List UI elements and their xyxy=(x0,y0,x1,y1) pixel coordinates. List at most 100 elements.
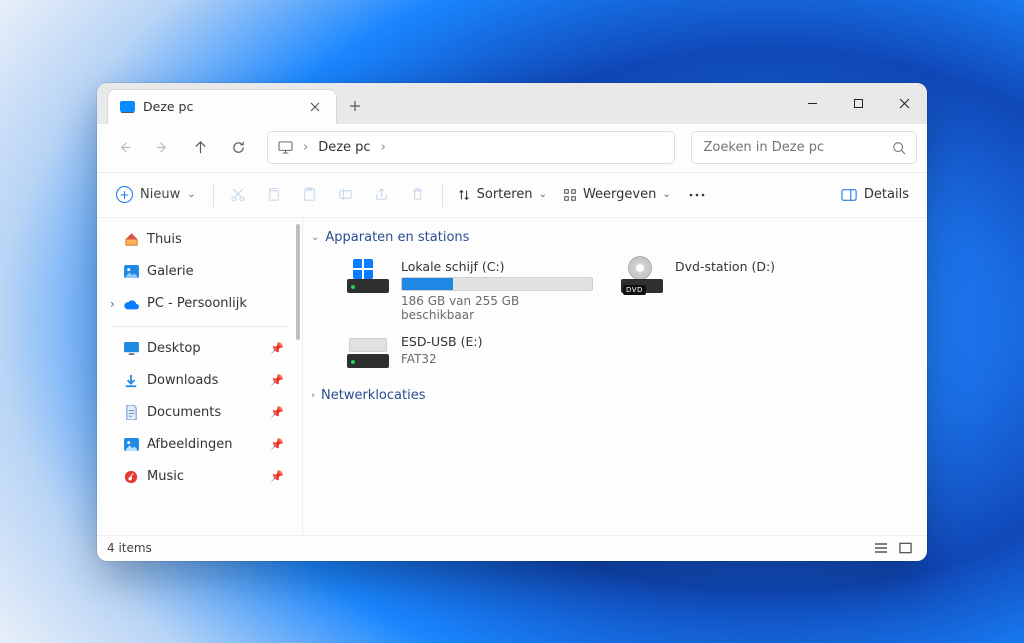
scrollbar-thumb[interactable] xyxy=(296,224,300,340)
drive-e-icon xyxy=(345,334,391,370)
sidebar-item-pictures[interactable]: Afbeeldingen 📌 xyxy=(101,429,298,461)
sidebar-item-desktop[interactable]: Desktop 📌 xyxy=(101,333,298,365)
arrow-up-icon xyxy=(193,140,208,155)
window-controls xyxy=(789,83,927,124)
pin-icon: 📌 xyxy=(270,374,284,387)
plus-icon xyxy=(349,100,361,112)
view-icon xyxy=(563,188,577,202)
sidebar-item-label: Documents xyxy=(147,405,221,420)
drive-c-icon xyxy=(345,259,391,295)
sidebar-item-pc-personal[interactable]: PC - Persoonlijk xyxy=(101,288,298,320)
tab-close-button[interactable] xyxy=(302,94,328,120)
body: Thuis Galerie PC - Persoonlijk Desktop 📌… xyxy=(97,218,927,535)
drive-usage-bar xyxy=(401,277,593,291)
sidebar: Thuis Galerie PC - Persoonlijk Desktop 📌… xyxy=(97,218,303,535)
downloads-icon xyxy=(123,373,139,389)
sidebar-divider xyxy=(111,326,288,327)
navigation-bar: › Deze pc › xyxy=(97,124,927,173)
group-header-devices[interactable]: ⌄ Apparaten en stations xyxy=(309,226,917,249)
sidebar-item-downloads[interactable]: Downloads 📌 xyxy=(101,365,298,397)
arrow-left-icon xyxy=(117,140,132,155)
details-pane-button[interactable]: Details xyxy=(831,179,919,211)
rename-icon xyxy=(338,187,353,202)
sidebar-item-gallery[interactable]: Galerie xyxy=(101,256,298,288)
pin-icon: 📌 xyxy=(270,406,284,419)
sort-icon xyxy=(457,188,471,202)
cut-button[interactable] xyxy=(220,179,256,211)
new-tab-button[interactable] xyxy=(337,89,373,124)
status-bar: 4 items xyxy=(97,535,927,561)
pin-icon: 📌 xyxy=(270,342,284,355)
sidebar-item-label: Thuis xyxy=(147,232,182,247)
music-icon xyxy=(123,469,139,485)
drives-container: Lokale schijf (C:) 186 GB van 255 GB bes… xyxy=(309,249,917,384)
item-count: 4 items xyxy=(107,541,152,555)
chevron-down-icon: ⌄ xyxy=(539,189,547,200)
chevron-down-icon: ⌄ xyxy=(187,189,195,200)
drive-name: ESD-USB (E:) xyxy=(401,334,593,349)
sidebar-item-label: Downloads xyxy=(147,373,218,388)
content-area: ⌄ Apparaten en stations Lokale schijf (C… xyxy=(303,218,927,535)
separator xyxy=(442,183,443,207)
nav-forward-button[interactable] xyxy=(145,131,179,165)
separator xyxy=(213,183,214,207)
nav-up-button[interactable] xyxy=(183,131,217,165)
more-button[interactable] xyxy=(679,179,715,211)
nav-refresh-button[interactable] xyxy=(221,131,255,165)
sidebar-item-music[interactable]: Music 📌 xyxy=(101,461,298,493)
chevron-down-icon: ⌄ xyxy=(662,189,670,200)
breadcrumb-separator: › xyxy=(375,140,392,155)
drive-d[interactable]: DVD Dvd-station (D:) xyxy=(615,255,871,326)
drive-e[interactable]: ESD-USB (E:) FAT32 xyxy=(341,330,597,374)
maximize-button[interactable] xyxy=(835,83,881,124)
chevron-right-icon: › xyxy=(311,390,315,401)
close-button[interactable] xyxy=(881,83,927,124)
drive-name: Lokale schijf (C:) xyxy=(401,259,593,274)
sidebar-item-label: Galerie xyxy=(147,264,194,279)
copy-button[interactable] xyxy=(256,179,292,211)
plus-circle-icon: + xyxy=(116,186,133,203)
search-icon xyxy=(892,141,906,155)
rename-button[interactable] xyxy=(328,179,364,211)
ellipsis-icon xyxy=(689,193,705,197)
file-explorer-window: Deze pc › Deze pc › xyxy=(97,83,927,561)
tab-this-pc[interactable]: Deze pc xyxy=(107,89,337,124)
pictures-icon xyxy=(123,437,139,453)
breadcrumb-separator: › xyxy=(297,140,314,155)
search-input[interactable] xyxy=(702,139,892,156)
minimize-button[interactable] xyxy=(789,83,835,124)
view-button[interactable]: Weergeven ⌄ xyxy=(555,179,679,211)
cut-icon xyxy=(230,187,246,203)
sort-button[interactable]: Sorteren ⌄ xyxy=(449,179,555,211)
address-bar[interactable]: › Deze pc › xyxy=(267,131,675,164)
sort-label: Sorteren xyxy=(477,187,533,202)
paste-icon xyxy=(302,187,317,202)
trash-icon xyxy=(410,187,425,202)
group-header-network[interactable]: › Netwerklocaties xyxy=(309,384,917,407)
sidebar-item-label: PC - Persoonlijk xyxy=(147,296,247,311)
drive-c[interactable]: Lokale schijf (C:) 186 GB van 255 GB bes… xyxy=(341,255,597,326)
delete-button[interactable] xyxy=(400,179,436,211)
share-icon xyxy=(374,187,389,202)
search-box[interactable] xyxy=(691,131,917,164)
close-icon xyxy=(899,98,910,109)
pin-icon: 📌 xyxy=(270,470,284,483)
new-button[interactable]: + Nieuw ⌄ xyxy=(105,179,207,211)
share-button[interactable] xyxy=(364,179,400,211)
sidebar-item-documents[interactable]: Documents 📌 xyxy=(101,397,298,429)
tab-label: Deze pc xyxy=(143,99,193,114)
drive-d-icon: DVD xyxy=(619,259,665,295)
sidebar-item-home[interactable]: Thuis xyxy=(101,224,298,256)
arrow-right-icon xyxy=(155,140,170,155)
view-details-button[interactable] xyxy=(869,538,893,558)
view-tiles-button[interactable] xyxy=(893,538,917,558)
breadcrumb-item[interactable]: Deze pc xyxy=(318,140,370,155)
drive-name: Dvd-station (D:) xyxy=(675,259,867,274)
gallery-icon xyxy=(123,264,139,280)
minimize-icon xyxy=(807,98,818,109)
chevron-down-icon: ⌄ xyxy=(311,232,319,243)
details-label: Details xyxy=(864,187,909,202)
new-label: Nieuw xyxy=(140,187,180,202)
nav-back-button[interactable] xyxy=(107,131,141,165)
paste-button[interactable] xyxy=(292,179,328,211)
